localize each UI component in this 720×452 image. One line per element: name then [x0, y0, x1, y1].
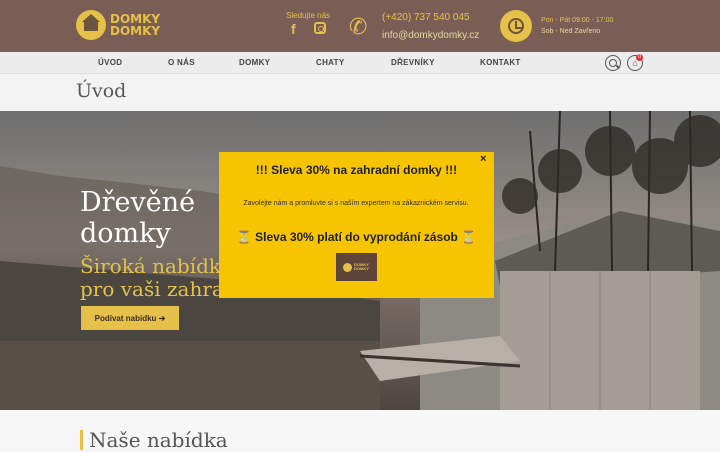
search-icon[interactable]: [605, 55, 621, 71]
instagram-icon[interactable]: [314, 22, 326, 34]
nav-item-domky[interactable]: DOMKY: [239, 58, 270, 67]
phone-icon: ✆: [349, 14, 368, 39]
facebook-icon[interactable]: f: [291, 21, 296, 37]
hero-heading: Dřevěné domky: [80, 187, 196, 249]
nav-item-uvod[interactable]: ÚVOD: [98, 58, 122, 67]
email-link[interactable]: info@domkydomky.cz: [382, 30, 479, 41]
follow-label: Sledujte nás: [286, 11, 331, 20]
page-title: Úvod: [76, 80, 127, 102]
popup-logo-text: DOMKY DOMKY: [354, 262, 369, 271]
section-title: Naše nabídka: [80, 430, 228, 450]
opening-hours-weekday: Pon - Pát 09:00 - 17:00: [541, 17, 614, 24]
nav-item-o-nas[interactable]: O NÁS: [168, 58, 195, 67]
nav-item-kontakt[interactable]: KONTAKT: [480, 58, 521, 67]
popup-title: !!! Sleva 30% na zahradní domky !!!: [255, 163, 458, 177]
opening-hours-weekend: Sob - Ned Zavřeno: [541, 28, 601, 35]
phone-number[interactable]: (+420) 737 540 045: [382, 12, 470, 23]
view-offer-button[interactable]: Podívat nabídku ➔: [81, 306, 179, 330]
nav-item-drevniky[interactable]: DŘEVNÍKY: [391, 58, 435, 67]
popup-text: Zavolejte nám a promluvte si s naším exp…: [243, 200, 469, 207]
clock-icon: [500, 10, 532, 42]
cart-count-badge: 0: [636, 54, 643, 61]
popup-subtitle: ⏳ Sleva 30% platí do vyprodání zásob ⏳: [236, 230, 477, 244]
site-logo[interactable]: DOMKY DOMKY: [76, 10, 160, 40]
popup-logo: DOMKY DOMKY: [336, 253, 377, 281]
nav-item-chaty[interactable]: CHATY: [316, 58, 344, 67]
logo-text: DOMKY DOMKY: [110, 12, 161, 38]
house-logo-icon: [76, 10, 106, 40]
house-logo-icon: [343, 262, 352, 272]
